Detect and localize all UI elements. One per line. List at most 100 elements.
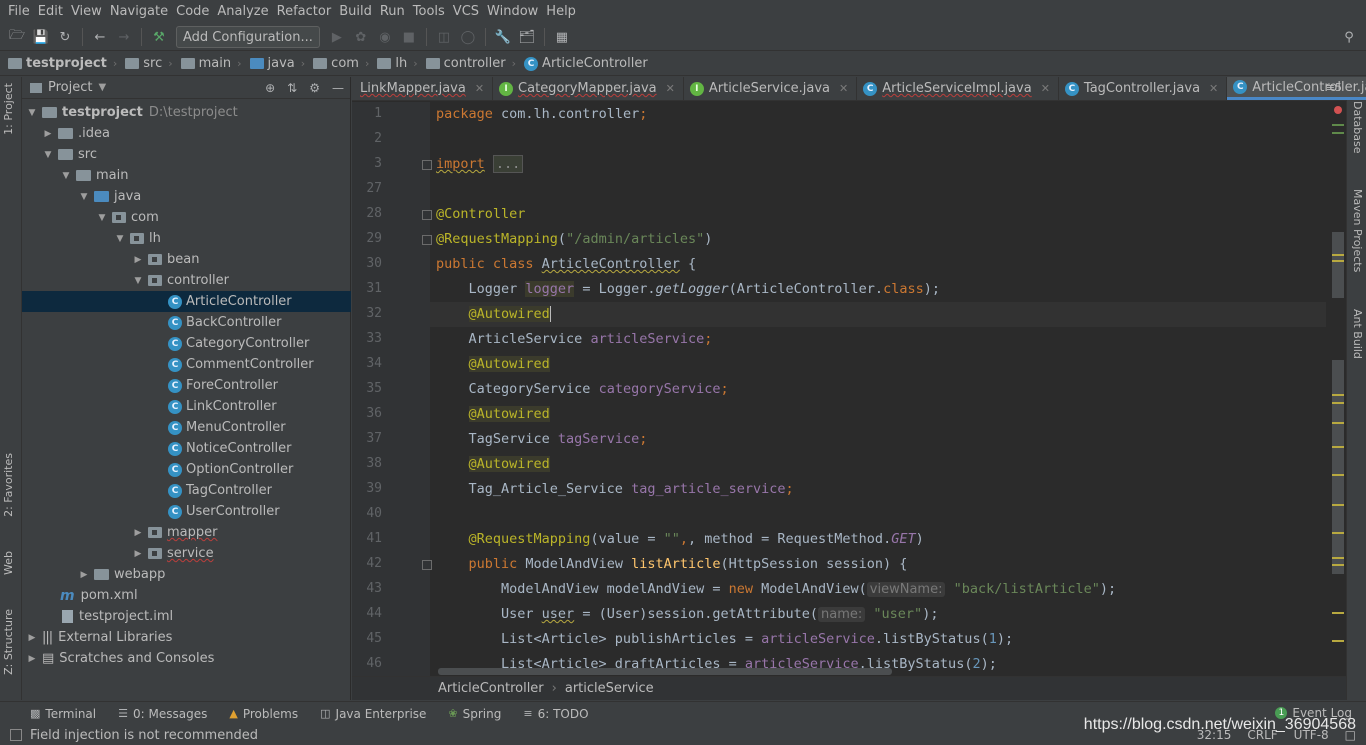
tree-node-user-controller[interactable]: C UserController (22, 501, 351, 522)
tool-tab-java-enterprise[interactable]: ◫ Java Enterprise (320, 707, 426, 721)
ant-build-tool-tab[interactable]: Ant Build (1351, 309, 1364, 359)
tool-tab-todo[interactable]: ≡ 6: TODO (523, 707, 588, 721)
menu-code[interactable]: Code (172, 4, 213, 19)
warning-marker[interactable] (1332, 402, 1344, 404)
menu-help[interactable]: Help (542, 4, 580, 19)
chevron-down-icon[interactable]: ▼ (98, 82, 106, 93)
tool-tab-messages[interactable]: ☰ 0: Messages (118, 707, 207, 721)
favorites-tool-tab[interactable]: 2: Favorites (2, 453, 15, 517)
nav-crumb-controller[interactable]: controller › (425, 56, 516, 71)
search-icon[interactable]: ⚲ (1338, 26, 1360, 48)
expanded-arrow-icon[interactable]: ▼ (132, 276, 144, 286)
nav-crumb-lh[interactable]: lh › (377, 56, 418, 71)
hide-panel-icon[interactable]: — (332, 81, 344, 95)
breadcrumb-field[interactable]: articleService (565, 681, 654, 696)
error-indicator-icon[interactable] (1334, 106, 1342, 114)
menu-build[interactable]: Build (335, 4, 376, 19)
warning-marker[interactable] (1332, 254, 1344, 256)
back-arrow-icon[interactable]: ← (89, 26, 111, 48)
tree-node-option-controller[interactable]: C OptionController (22, 459, 351, 480)
tree-node-comment-controller[interactable]: C CommentController (22, 354, 351, 375)
horizontal-scrollbar[interactable] (438, 668, 892, 675)
menu-vcs[interactable]: VCS (449, 4, 483, 19)
web-tool-tab[interactable]: Web (2, 551, 15, 575)
tree-node-pom[interactable]: m pom.xml (22, 585, 351, 606)
menu-window[interactable]: Window (483, 4, 542, 19)
nav-crumb-src[interactable]: src › (125, 56, 173, 71)
error-stripe[interactable] (1330, 102, 1346, 676)
sync-icon[interactable]: ↻ (54, 26, 76, 48)
tree-node-iml[interactable]: testproject.iml (22, 606, 351, 627)
project-structure-icon[interactable]: 🗂 (516, 26, 538, 48)
breadcrumb-class[interactable]: ArticleController (438, 681, 544, 696)
tree-node-external-libraries[interactable]: ▶ ||| External Libraries (22, 627, 351, 648)
fold-expand-icon[interactable] (422, 160, 432, 170)
tree-node-menu-controller[interactable]: C MenuController (22, 417, 351, 438)
warning-marker[interactable] (1332, 557, 1344, 559)
tab-link-mapper[interactable]: LinkMapper.java ✕ (352, 77, 494, 100)
close-icon[interactable]: ✕ (475, 82, 484, 95)
coverage-icon[interactable]: ◉ (374, 26, 396, 48)
tree-node-fore-controller[interactable]: C ForeController (22, 375, 351, 396)
collapsed-arrow-icon[interactable]: ▶ (78, 570, 90, 580)
tree-node-category-controller[interactable]: C CategoryController (22, 333, 351, 354)
tree-node-scratches[interactable]: ▶ ▤ Scratches and Consoles (22, 648, 351, 669)
tab-article-controller[interactable]: CArticleController.java✕ (1227, 77, 1366, 100)
warning-marker[interactable] (1332, 532, 1344, 534)
menu-analyze[interactable]: Analyze (213, 4, 272, 19)
expanded-arrow-icon[interactable]: ▼ (42, 150, 54, 160)
collapsed-arrow-icon[interactable]: ▶ (132, 528, 144, 538)
folded-imports[interactable]: ... (492, 155, 524, 173)
nav-crumb-java[interactable]: java › (249, 56, 305, 71)
tree-node-service[interactable]: ▶ service (22, 543, 351, 564)
nav-crumb-class[interactable]: C ArticleController (524, 56, 648, 71)
expanded-arrow-icon[interactable]: ▼ (78, 192, 90, 202)
tab-category-mapper[interactable]: I CategoryMapper.java ✕ (493, 77, 684, 100)
stop-icon[interactable]: ■ (398, 26, 420, 48)
close-icon[interactable]: ✕ (839, 82, 848, 95)
menu-file[interactable]: File (4, 4, 34, 19)
locate-target-icon[interactable]: ⊕ (265, 81, 275, 95)
fold-collapse-icon[interactable] (422, 210, 432, 220)
project-view-selector[interactable]: Project (48, 80, 92, 95)
change-marker[interactable] (1332, 132, 1344, 134)
expanded-arrow-icon[interactable]: ▼ (114, 234, 126, 244)
gear-icon[interactable]: ⚙ (309, 81, 320, 95)
tree-node-lh[interactable]: ▼ lh (22, 228, 351, 249)
tree-node-webapp[interactable]: ▶ webapp (22, 564, 351, 585)
tree-node-main[interactable]: ▼ main (22, 165, 351, 186)
warning-marker[interactable] (1332, 504, 1344, 506)
menu-navigate[interactable]: Navigate (106, 4, 172, 19)
tree-node-com[interactable]: ▼ com (22, 207, 351, 228)
menu-view[interactable]: View (67, 4, 106, 19)
tree-node-idea[interactable]: ▶ .idea (22, 123, 351, 144)
tree-node-bean[interactable]: ▶ bean (22, 249, 351, 270)
tree-node-link-controller[interactable]: C LinkController (22, 396, 351, 417)
tree-node-back-controller[interactable]: C BackController (22, 312, 351, 333)
nav-crumb-project[interactable]: testproject › (8, 56, 117, 71)
toggle-tool-windows-icon[interactable] (10, 729, 22, 741)
tree-node-java[interactable]: ▼ java (22, 186, 351, 207)
tree-node-article-controller[interactable]: C ArticleController (22, 291, 351, 312)
close-icon[interactable]: ✕ (1041, 82, 1050, 95)
nav-crumb-com[interactable]: com › (313, 56, 369, 71)
warning-marker[interactable] (1332, 394, 1344, 396)
collapsed-arrow-icon[interactable]: ▶ (26, 654, 38, 664)
collapsed-arrow-icon[interactable]: ▶ (132, 549, 144, 559)
tab-article-service-impl[interactable]: C ArticleServiceImpl.java ✕ (857, 77, 1059, 100)
database-tool-tab[interactable]: Database (1351, 101, 1364, 154)
build-hammer-icon[interactable]: ⚒ (148, 26, 170, 48)
warning-marker[interactable] (1332, 422, 1344, 424)
maven-tool-tab[interactable]: Maven Projects (1351, 189, 1364, 272)
warning-marker[interactable] (1332, 474, 1344, 476)
tree-node-tag-controller[interactable]: C TagController (22, 480, 351, 501)
collapsed-arrow-icon[interactable]: ▶ (132, 255, 144, 265)
structure-tool-tab[interactable]: Z: Structure (2, 609, 15, 675)
open-folder-icon[interactable]: 🗁 (6, 26, 28, 48)
collapsed-arrow-icon[interactable]: ▶ (26, 633, 38, 643)
deploy-icon[interactable]: ◯ (457, 26, 479, 48)
scrollbar-thumb[interactable] (1332, 232, 1344, 298)
tree-node-notice-controller[interactable]: C NoticeController (22, 438, 351, 459)
warning-marker[interactable] (1332, 612, 1344, 614)
add-configuration-button[interactable]: Add Configuration... (176, 26, 320, 48)
